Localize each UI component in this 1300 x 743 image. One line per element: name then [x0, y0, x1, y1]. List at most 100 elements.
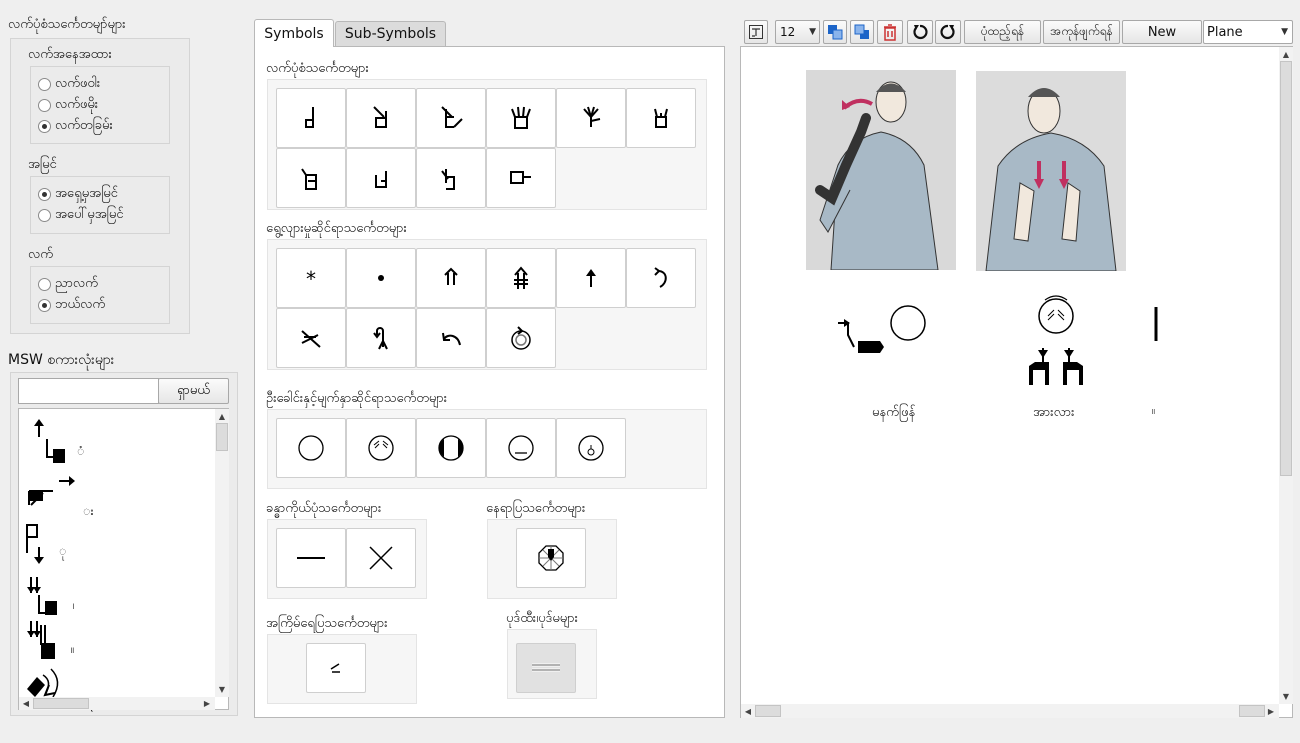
canvas-hscroll-right-thumb[interactable]	[1239, 705, 1265, 717]
svg-text:*: *	[306, 267, 316, 291]
text-frame-icon	[749, 25, 763, 39]
canvas-hscrollbar[interactable]: ◀ ▶	[741, 704, 1279, 718]
symbol-handshape-1[interactable]	[276, 88, 346, 148]
radio-circle-icon[interactable]	[38, 209, 51, 222]
symbol-head-1[interactable]	[276, 418, 346, 478]
scroll-right-icon[interactable]: ▶	[1265, 705, 1277, 717]
radio-circle-icon[interactable]	[38, 278, 51, 291]
canvas-hscroll-left-thumb[interactable]	[755, 705, 781, 717]
hand-list-option-1[interactable]: ဘယ်လက်	[38, 296, 105, 315]
word-list-hscrollbar[interactable]: ◀ ▶	[19, 697, 215, 710]
scroll-left-icon[interactable]: ◀	[20, 697, 32, 709]
sign-photo-free	[976, 71, 1126, 271]
radio-circle-icon[interactable]	[38, 188, 51, 201]
radio-label: လက်ဖဝါး	[55, 76, 101, 91]
clear-all-button[interactable]: အကုန်ဖျက်ရန်	[1043, 20, 1120, 44]
chevron-down-icon: ▼	[1281, 27, 1288, 37]
dot-touch-icon	[378, 275, 384, 281]
symbol-handshape-4[interactable]	[486, 88, 556, 148]
symbol-movement-5[interactable]	[556, 248, 626, 308]
symbol-movement-1[interactable]: *	[276, 248, 346, 308]
radio-circle-icon[interactable]	[38, 120, 51, 133]
word-list-vscrollbar[interactable]: ▲ ▼	[215, 409, 229, 697]
symbol-movement-9[interactable]	[416, 308, 486, 368]
add-image-button[interactable]: ပုံထည့်ရန်	[964, 20, 1041, 44]
symbol-movement-8[interactable]	[346, 308, 416, 368]
symbol-body-1[interactable]	[276, 528, 346, 588]
radio-circle-icon[interactable]	[38, 78, 51, 91]
scroll-right-icon[interactable]: ▶	[201, 697, 213, 709]
undo-button[interactable]	[907, 20, 933, 44]
category-handshape-title: လက်ပုံစံသင်္ကေတများ	[266, 61, 369, 76]
msw-sign-glyph-icon	[23, 473, 83, 517]
head-mouth-icon	[508, 435, 534, 461]
word-list-hscroll-thumb[interactable]	[33, 698, 89, 709]
symbol-location-1[interactable]	[516, 528, 586, 588]
delete-symbol-button[interactable]	[877, 20, 903, 44]
symbol-head-2[interactable]	[346, 418, 416, 478]
scroll-down-icon[interactable]: ▼	[1280, 690, 1292, 702]
location-octagon-icon	[538, 545, 564, 571]
redo-button[interactable]	[935, 20, 961, 44]
symbol-handshape-10[interactable]	[486, 148, 556, 208]
view-label: အမြင်	[28, 157, 57, 172]
symbol-dynamics-1[interactable]	[306, 643, 366, 693]
radio-label: အပေါ်မှအမြင်	[55, 207, 124, 222]
send-back-button[interactable]	[850, 20, 874, 44]
symbol-head-5[interactable]	[556, 418, 626, 478]
scroll-down-icon[interactable]: ▼	[216, 683, 228, 695]
scroll-up-icon[interactable]: ▲	[216, 410, 228, 422]
tab-symbols[interactable]: Symbols	[254, 19, 334, 47]
symbol-handshape-2[interactable]	[346, 88, 416, 148]
symbol-movement-7[interactable]	[276, 308, 346, 368]
category-dynamics-title: အကြိမ်ရေပြသင်္ကေတများ	[266, 616, 388, 631]
bring-front-button[interactable]	[823, 20, 847, 44]
hp-list-option-2[interactable]: လက်တခြမ်း	[38, 117, 113, 136]
font-size-select[interactable]: 12 ▼	[775, 20, 820, 44]
symbol-handshape-8[interactable]	[346, 148, 416, 208]
canvas-vscrollbar[interactable]: ▲ ▼	[1279, 47, 1293, 704]
msw-word-list[interactable]: ံးု၊။( ▲ ▼ ◀ ▶	[18, 408, 229, 713]
hp-list-option-0[interactable]: လက်ဖဝါး	[38, 75, 100, 94]
view-list-option-0[interactable]: အရှေ့မှအမြင်	[38, 185, 118, 204]
symbol-handshape-6[interactable]	[626, 88, 696, 148]
tab-sub-symbols[interactable]: Sub-Symbols	[335, 21, 446, 46]
symbol-movement-4[interactable]	[486, 248, 556, 308]
double-arrow-up-icon	[444, 267, 458, 285]
symbol-movement-2[interactable]	[346, 248, 416, 308]
msw-sign-glyph-icon	[23, 415, 83, 469]
canvas-vscroll-thumb[interactable]	[1280, 61, 1292, 476]
mode-select[interactable]: Plane ▼	[1203, 20, 1293, 44]
hp-list-option-1[interactable]: လက်ဖမိုး	[38, 96, 98, 115]
sign-canvas[interactable]: မနက်ဖြန် အားလား ။ ▲ ▼ ◀ ▶	[740, 46, 1293, 718]
search-button[interactable]: ရှာမယ်	[158, 378, 229, 404]
word-list-vscroll-thumb[interactable]	[216, 423, 228, 451]
radio-circle-icon[interactable]	[38, 299, 51, 312]
handshape-four-icon	[511, 106, 531, 129]
scroll-left-icon[interactable]: ◀	[742, 705, 754, 717]
symbol-movement-6[interactable]	[626, 248, 696, 308]
handshape-horizontal-icon	[510, 171, 531, 184]
symbol-punctuation-1[interactable]	[516, 643, 576, 693]
trash-icon	[884, 24, 896, 41]
symbol-body-2[interactable]	[346, 528, 416, 588]
symbol-movement-10[interactable]	[486, 308, 556, 368]
radio-circle-icon[interactable]	[38, 99, 51, 112]
view-list-option-1[interactable]: အပေါ်မှအမြင်	[38, 206, 123, 225]
symbol-movement-3[interactable]	[416, 248, 486, 308]
symbol-handshape-3[interactable]	[416, 88, 486, 148]
scroll-up-icon[interactable]: ▲	[1280, 48, 1292, 60]
symbol-handshape-9[interactable]	[416, 148, 486, 208]
search-input[interactable]	[18, 378, 159, 404]
symbol-handshape-5[interactable]	[556, 88, 626, 148]
mode-value: Plane	[1207, 24, 1243, 40]
symbol-head-4[interactable]	[486, 418, 556, 478]
text-mode-button[interactable]	[744, 20, 768, 44]
head-circle-icon	[298, 435, 324, 461]
symbol-head-3[interactable]	[416, 418, 486, 478]
new-button[interactable]: New	[1122, 20, 1202, 44]
handshapes-panel-title: လက်ပုံစံသင်္ကေတမျာ်များ	[8, 17, 126, 32]
symbol-handshape-7[interactable]	[276, 148, 346, 208]
hand-list-option-0[interactable]: ညာလက်	[38, 275, 98, 294]
word-label-tomorrow: မနက်ဖြန်	[872, 405, 916, 420]
